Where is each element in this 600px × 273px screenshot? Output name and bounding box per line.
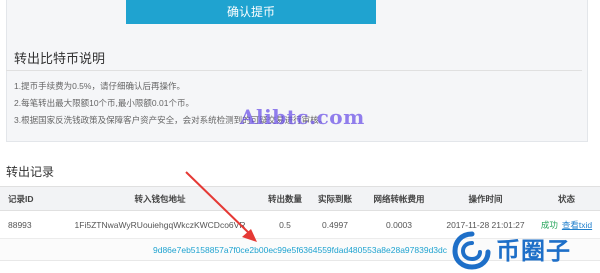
header-record-id: 记录ID <box>0 186 60 211</box>
header-network-fee: 网络转帐费用 <box>360 186 438 211</box>
wallet-address: 1Fi5ZTNwaWyRUouiehgqWkczKWCDco6VR <box>60 210 260 239</box>
header-status: 状态 <box>533 186 600 211</box>
brand-name: 币圈子 <box>496 238 571 265</box>
site-watermark: Alibtc.com <box>240 105 365 129</box>
received-amount: 0.4997 <box>310 210 360 239</box>
header-time: 操作时间 <box>438 186 533 211</box>
header-wallet-address: 转入钱包地址 <box>60 186 260 211</box>
divider <box>6 70 582 71</box>
withdraw-records-title: 转出记录 <box>6 165 55 179</box>
header-amount: 转出数量 <box>260 186 310 211</box>
table-header-row: 记录ID 转入钱包地址 转出数量 实际到账 网络转帐费用 操作时间 状态 <box>0 186 600 211</box>
note-limit: 2.每笔转出最大限额10个币,最小限额0.01个币。 <box>14 98 194 108</box>
withdraw-instructions-title: 转出比特币说明 <box>14 51 106 66</box>
network-fee: 0.0003 <box>360 210 438 239</box>
brand-swirl-icon <box>452 231 491 270</box>
note-fee: 1.提币手续费为0.5%，请仔细确认后再操作。 <box>14 81 185 91</box>
amount: 0.5 <box>260 210 310 239</box>
record-id: 88993 <box>0 210 60 239</box>
brand-logo: 币圈子 <box>452 226 600 273</box>
header-received: 实际到账 <box>310 186 360 211</box>
confirm-withdraw-button[interactable]: 确认提币 <box>126 0 376 24</box>
